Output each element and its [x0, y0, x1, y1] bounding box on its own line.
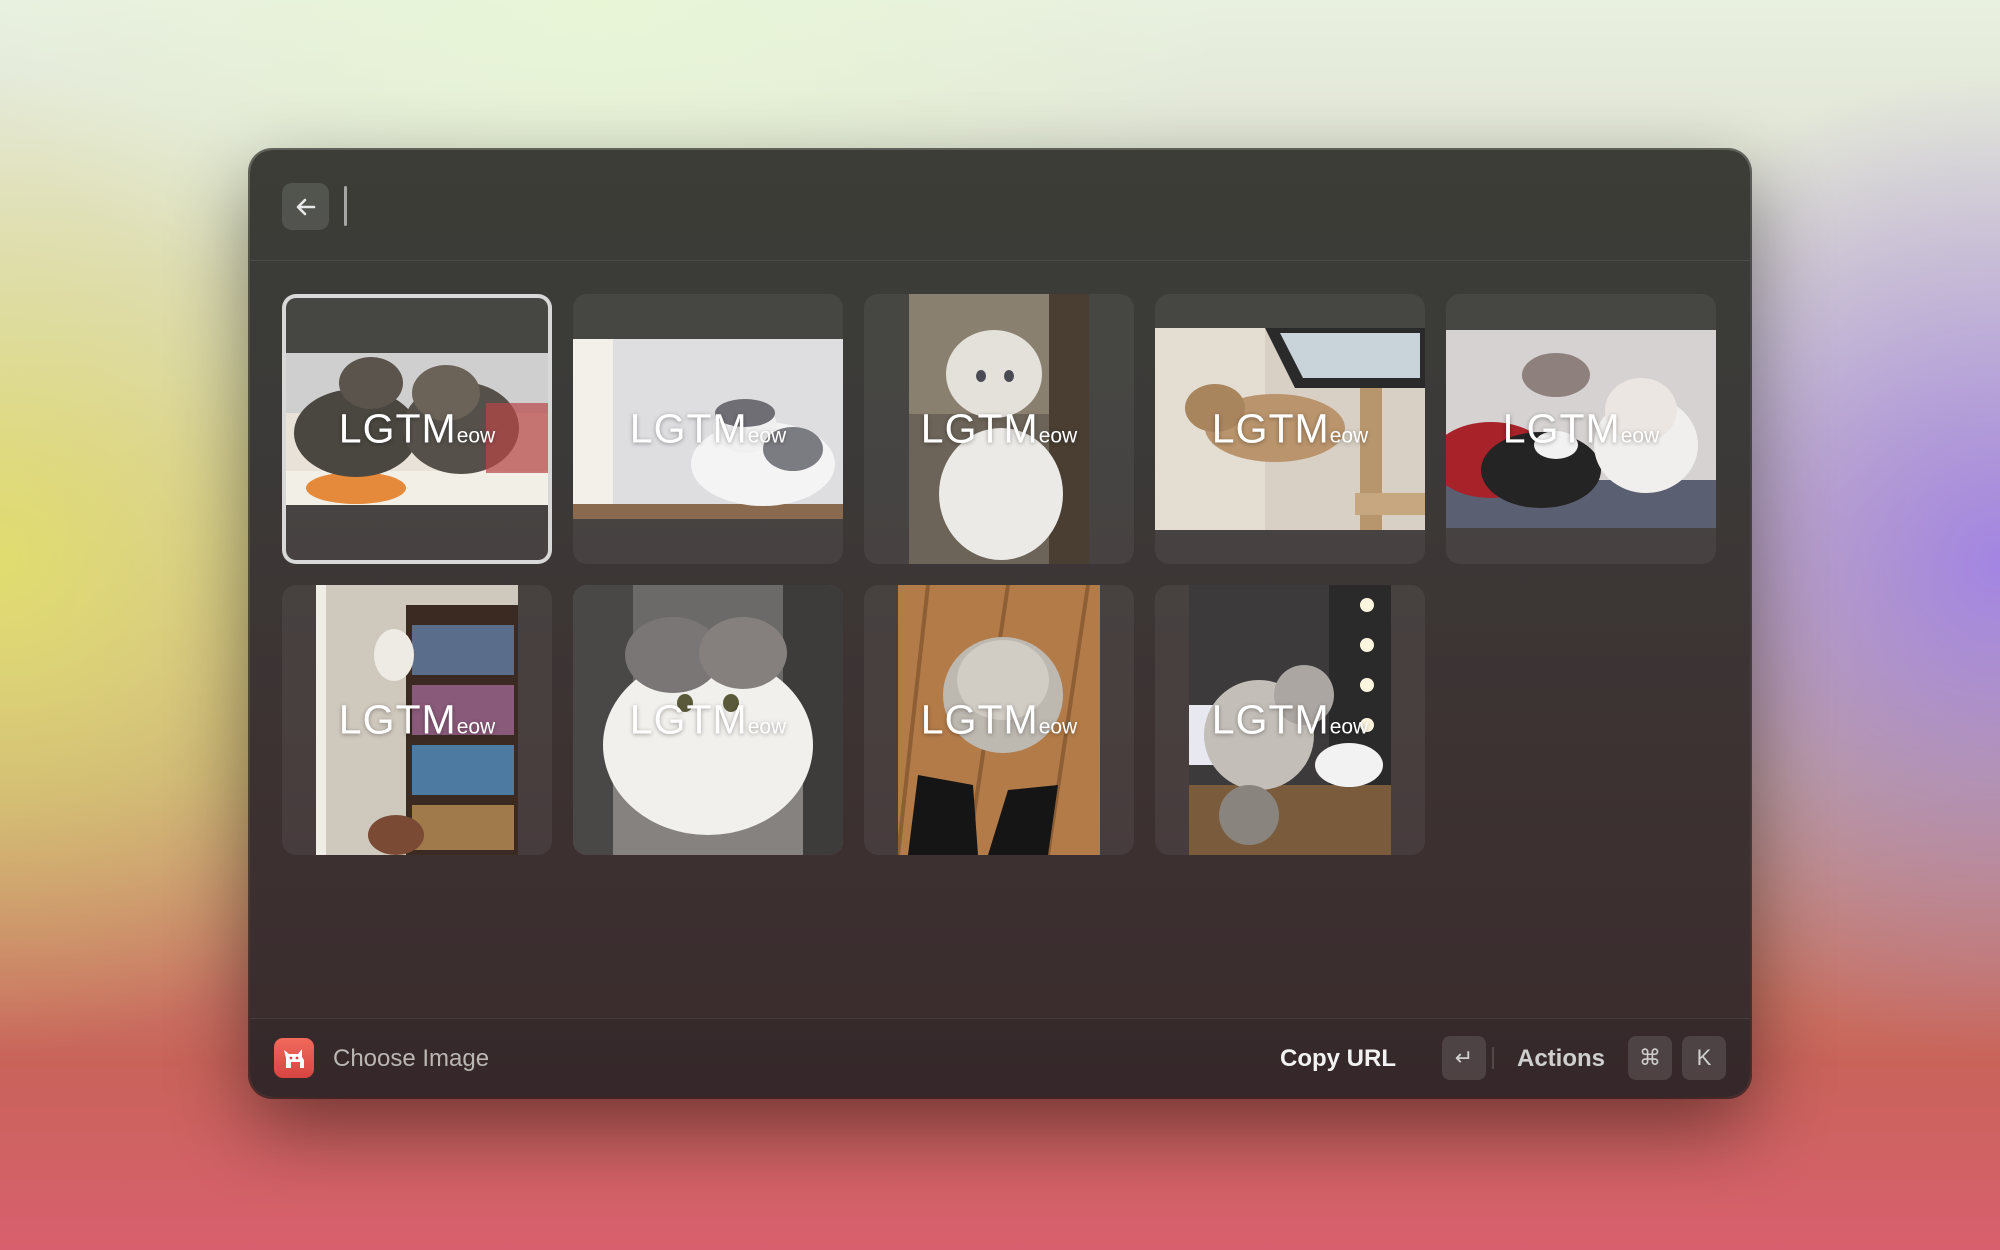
search-input[interactable] [350, 180, 1254, 234]
arrow-left-icon [296, 198, 315, 215]
cat-image: LGTMeow [909, 294, 1089, 564]
footer-title: Choose Image [333, 1045, 490, 1072]
grid-item[interactable]: LGTMeow [864, 294, 1134, 564]
lgtm-overlay: LGTMeow [338, 696, 496, 743]
lgtm-overlay: LGTMeow [629, 405, 787, 452]
back-button[interactable] [282, 183, 329, 230]
grid-item[interactable]: LGTMeow [573, 294, 843, 564]
lgtm-overlay: LGTMeow [1211, 405, 1369, 452]
lgtm-overlay: LGTMeow [338, 405, 496, 452]
grid-item[interactable]: LGTMeow [282, 294, 552, 564]
grid-item[interactable]: LGTMeow [1446, 294, 1716, 564]
lgtm-overlay: LGTMeow [920, 405, 1078, 452]
grid-item[interactable]: LGTMeow [864, 585, 1134, 855]
cat-image: LGTMeow [286, 353, 548, 505]
copy-url-button[interactable]: Copy URL [1280, 1045, 1396, 1073]
cat-image: LGTMeow [1155, 328, 1425, 530]
lgtm-overlay: LGTMeow [1502, 405, 1660, 452]
cat-app-icon [274, 1038, 314, 1078]
action-bar: Choose Image Copy URL ↵ Actions ⌘ K [250, 1018, 1750, 1097]
lgtm-overlay: LGTMeow [629, 696, 787, 743]
actions-button[interactable]: Actions [1517, 1045, 1605, 1073]
grid-item[interactable]: LGTMeow [282, 585, 552, 855]
cat-image: LGTMeow [1189, 585, 1391, 855]
k-key-hint: K [1682, 1036, 1726, 1080]
text-caret [344, 186, 347, 226]
cmd-key-hint: ⌘ [1628, 1036, 1672, 1080]
search-bar [250, 150, 1750, 261]
grid-item[interactable]: LGTMeow [573, 585, 843, 855]
cat-image: LGTMeow [1446, 330, 1716, 528]
image-grid: LGTMeow LGTMeow LGTMeow LGTMeow LGTMeow … [282, 294, 1718, 855]
enter-key-hint: ↵ [1442, 1036, 1486, 1080]
cat-image: LGTMeow [573, 585, 843, 855]
cat-image: LGTMeow [316, 585, 518, 855]
cat-image: LGTMeow [573, 339, 843, 519]
lgtm-overlay: LGTMeow [920, 696, 1078, 743]
launcher-window: LGTMeow LGTMeow LGTMeow LGTMeow LGTMeow … [250, 150, 1750, 1097]
cat-image: LGTMeow [898, 585, 1100, 855]
grid-item[interactable]: LGTMeow [1155, 585, 1425, 855]
lgtm-overlay: LGTMeow [1211, 696, 1369, 743]
grid-item[interactable]: LGTMeow [1155, 294, 1425, 564]
divider [1492, 1047, 1494, 1069]
